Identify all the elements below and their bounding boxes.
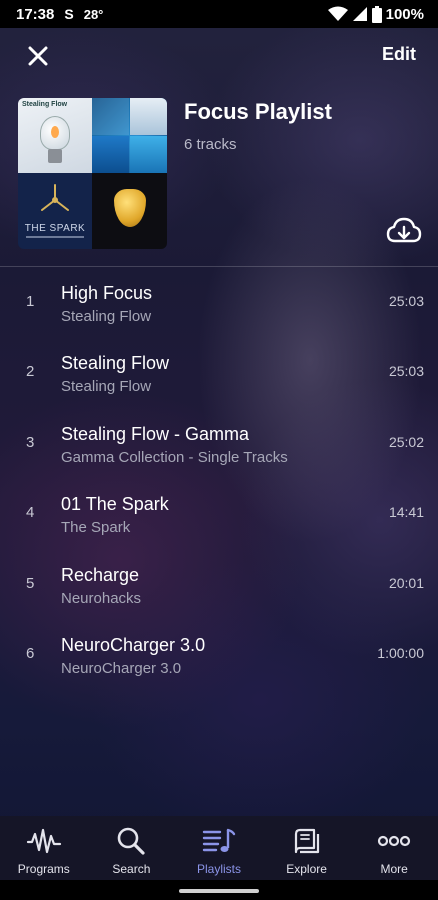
track-artist: Stealing Flow [61,378,152,395]
artwork-gamma-collection [92,98,167,173]
playlist-artwork: Stealing Flow THE SPARK [18,98,167,249]
nav-label: Programs [17,862,70,876]
track-number: 3 [26,434,35,451]
close-icon [28,46,48,66]
artwork-the-spark: THE SPARK [18,173,92,249]
track-artist: Gamma Collection - Single Tracks [61,449,288,466]
nav-label: Playlists [196,862,241,876]
artwork-caption: Stealing Flow [22,101,68,108]
track-artist: Stealing Flow [61,308,152,325]
close-button[interactable] [24,42,52,70]
track-duration: 25:03 [388,363,424,379]
nav-label: More [380,862,408,876]
track-row[interactable]: 3 Stealing Flow - Gamma Gamma Collection… [0,411,438,479]
artwork-neurocharger [92,173,167,249]
nav-search[interactable]: Search [88,816,176,880]
nav-playlists[interactable]: Playlists [175,816,263,880]
status-time: 17:38 [16,5,55,23]
track-row[interactable]: 1 High Focus Stealing Flow 25:03 [0,270,438,338]
track-number: 5 [26,575,35,592]
track-artist: Neurohacks [61,590,142,607]
track-title: Stealing Flow - Gamma [61,424,250,444]
track-title: 01 The Spark [61,494,169,514]
bulb-base-image [48,149,62,163]
nav-programs[interactable]: Programs [0,816,88,880]
track-row[interactable]: 6 NeuroCharger 3.0 NeuroCharger 3.0 1:00… [0,622,438,690]
track-duration: 20:01 [388,575,424,591]
track-artist: The Spark [61,519,131,536]
track-row[interactable]: 4 01 The Spark The Spark 14:41 [0,481,438,549]
carrier-icon: S [64,6,74,22]
track-number: 4 [26,504,35,521]
nav-label: Search [112,862,151,876]
flame-image [51,126,59,138]
track-title: Recharge [61,565,140,585]
track-row[interactable]: 5 Recharge Neurohacks 20:01 [0,552,438,620]
search-icon [118,827,145,855]
system-gesture-bar [0,880,438,900]
cloud-download-icon [386,217,422,243]
status-bar: 17:38 S 28° 100% [0,0,438,28]
books-icon [294,828,319,854]
nav-label: Explore [286,862,327,876]
status-temperature: 28° [83,6,104,22]
playlist-title: Focus Playlist [184,99,332,124]
waveform-icon [26,828,61,854]
bottom-nav: Programs Search Playlists Explore More [0,816,438,880]
track-row[interactable]: 2 Stealing Flow Stealing Flow 25:03 [0,340,438,408]
track-artist: NeuroCharger 3.0 [61,660,182,677]
battery-percent: 100% [385,5,424,23]
more-icon [378,835,411,847]
track-title: NeuroCharger 3.0 [61,635,206,655]
nav-more[interactable]: More [350,816,438,880]
nav-explore[interactable]: Explore [263,816,351,880]
golden-shield-image [114,189,146,227]
spark-subtitle-rule [26,236,84,238]
edit-button[interactable]: Edit [382,44,416,65]
track-title: High Focus [61,283,153,303]
track-duration: 14:41 [388,504,424,520]
track-number: 1 [26,293,35,310]
track-duration: 1:00:00 [377,645,424,661]
track-number: 6 [26,645,35,662]
track-title: Stealing Flow [61,353,170,373]
artwork-stealing-flow: Stealing Flow [18,98,92,173]
playlist-icon [202,828,236,852]
track-number: 2 [26,363,35,380]
battery-icon [371,5,382,23]
download-button[interactable] [386,216,422,246]
playlist-track-count: 6 tracks [184,136,237,153]
home-gesture-handle[interactable] [179,889,259,893]
spark-logo-icon [41,184,69,211]
track-duration: 25:03 [388,293,424,309]
header-divider [0,266,438,267]
signal-icon [352,7,367,21]
track-duration: 25:02 [388,434,424,450]
spark-title: THE SPARK [24,223,86,234]
wifi-icon [327,6,348,21]
